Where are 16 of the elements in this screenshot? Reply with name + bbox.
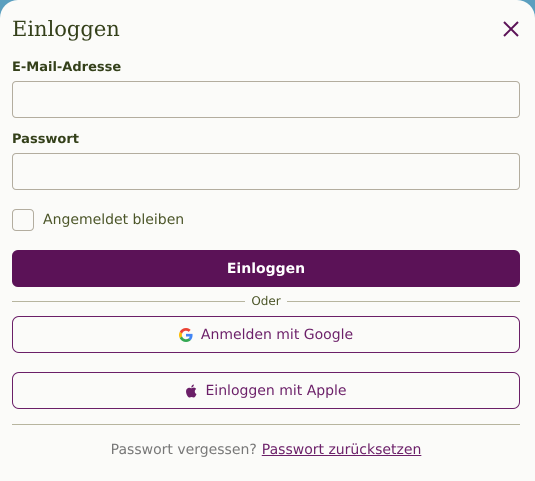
google-login-button[interactable]: Anmelden mit Google xyxy=(12,316,520,353)
checkbox-label: Angemeldet bleiben xyxy=(43,212,184,228)
field-label: E-Mail-Adresse xyxy=(12,60,122,75)
google-logo-icon xyxy=(178,328,193,342)
reset-password-link[interactable]: Passwort zurücksetzen xyxy=(262,442,422,458)
close-button[interactable] xyxy=(502,20,520,38)
input-field[interactable] xyxy=(12,81,520,118)
apple-logo-icon xyxy=(185,384,198,398)
dialog-title: Einloggen xyxy=(12,17,120,41)
login-button[interactable]: Einloggen xyxy=(12,250,520,287)
apple-login-button[interactable]: Einloggen mit Apple xyxy=(12,372,520,409)
input-field[interactable] xyxy=(12,153,520,190)
separator-text: Oder xyxy=(251,294,281,308)
forgot-password-text: Passwort vergessen? xyxy=(110,442,257,458)
remember-checkbox[interactable] xyxy=(12,209,34,231)
field-label: Passwort xyxy=(12,132,80,147)
